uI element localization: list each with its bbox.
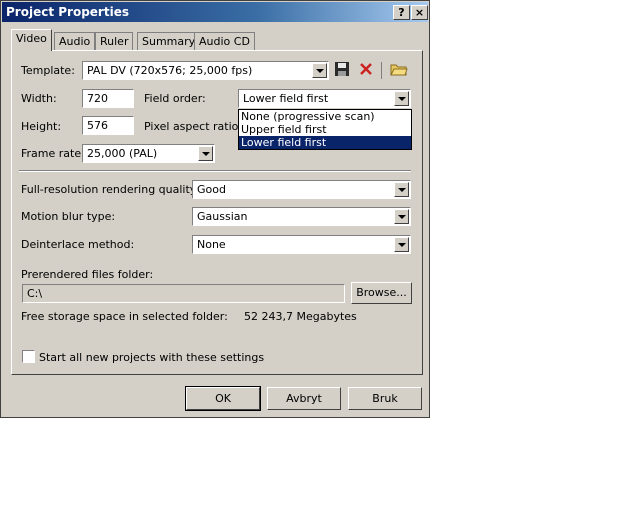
field-order-option-upper[interactable]: Upper field first: [239, 123, 411, 136]
render-quality-label: Full-resolution rendering quality:: [21, 183, 200, 196]
width-label: Width:: [21, 92, 57, 105]
window-title: Project Properties: [6, 5, 129, 19]
close-button[interactable]: ×: [411, 5, 428, 20]
chevron-down-icon[interactable]: [312, 63, 327, 78]
chevron-down-icon[interactable]: [394, 91, 409, 106]
motion-blur-label: Motion blur type:: [21, 210, 116, 223]
start-all-checkbox[interactable]: [22, 350, 35, 363]
height-label: Height:: [21, 120, 62, 133]
chevron-down-icon[interactable]: [394, 182, 409, 197]
chevron-down-icon[interactable]: [394, 237, 409, 252]
cancel-button[interactable]: Avbryt: [267, 387, 341, 410]
start-all-label: Start all new projects with these settin…: [39, 351, 265, 364]
chevron-down-icon[interactable]: [394, 209, 409, 224]
folder-open-icon[interactable]: [390, 61, 408, 79]
ok-button[interactable]: OK: [185, 386, 261, 411]
tab-summary[interactable]: Summary: [137, 32, 201, 50]
free-space-value: 52 243,7 Megabytes: [244, 310, 357, 323]
pixel-aspect-label: Pixel aspect ratio:: [144, 120, 243, 133]
project-properties-dialog: Project Properties ? × Video Audio Ruler…: [0, 0, 430, 418]
field-order-select[interactable]: Lower field first: [238, 89, 411, 108]
delete-icon[interactable]: [358, 61, 376, 79]
field-order-option-lower[interactable]: Lower field first: [239, 136, 411, 149]
frame-rate-label: Frame rate:: [21, 147, 85, 160]
height-input[interactable]: 576: [82, 116, 134, 135]
prerendered-folder-input[interactable]: C:\: [22, 284, 345, 303]
toolbar-divider: [381, 62, 382, 79]
title-bar: Project Properties ? ×: [2, 2, 428, 22]
field-order-option-progressive[interactable]: None (progressive scan): [239, 110, 411, 123]
chevron-down-icon[interactable]: [198, 146, 213, 161]
frame-rate-select[interactable]: 25,000 (PAL): [82, 144, 215, 163]
template-label: Template:: [21, 64, 75, 77]
tab-video[interactable]: Video: [11, 29, 52, 51]
help-button[interactable]: ?: [393, 5, 410, 20]
deinterlace-label: Deinterlace method:: [21, 238, 135, 251]
template-select[interactable]: PAL DV (720x576; 25,000 fps): [82, 61, 329, 80]
tab-audio-cd[interactable]: Audio CD: [194, 32, 255, 50]
tab-audio[interactable]: Audio: [54, 32, 96, 50]
deinterlace-select[interactable]: None: [192, 235, 411, 254]
apply-button[interactable]: Bruk: [348, 387, 422, 410]
prerendered-folder-label: Prerendered files folder:: [21, 268, 154, 281]
field-order-label: Field order:: [144, 92, 206, 105]
floppy-save-icon[interactable]: [334, 61, 352, 79]
motion-blur-select[interactable]: Gaussian: [192, 207, 411, 226]
width-input[interactable]: 720: [82, 89, 134, 108]
tab-ruler[interactable]: Ruler: [95, 32, 134, 50]
browse-button[interactable]: Browse...: [351, 282, 412, 304]
free-space-label: Free storage space in selected folder:: [21, 310, 228, 323]
field-order-dropdown-list: None (progressive scan) Upper field firs…: [238, 109, 412, 150]
section-divider: [19, 170, 411, 172]
render-quality-select[interactable]: Good: [192, 180, 411, 199]
